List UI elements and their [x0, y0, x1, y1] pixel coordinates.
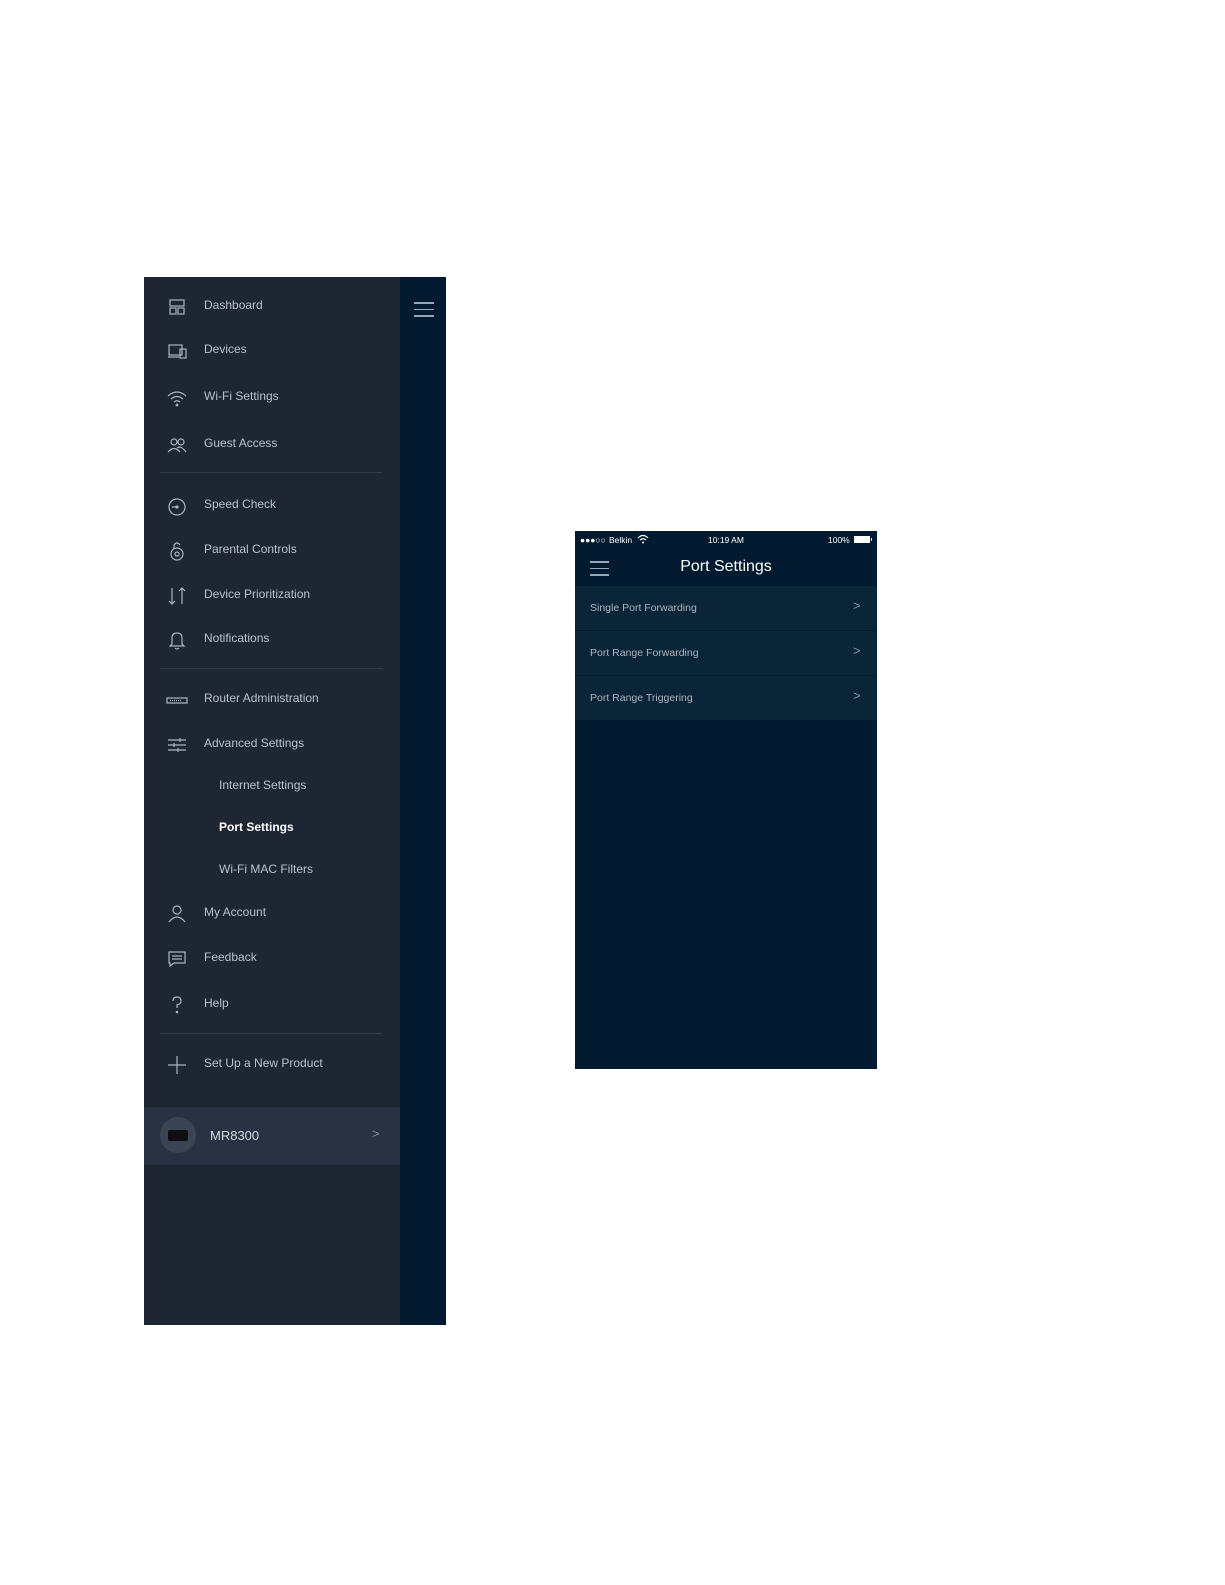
plus-icon [164, 1052, 190, 1078]
nav-item-wifi-settings[interactable]: Wi-Fi Settings [144, 379, 400, 417]
drawer-screen: Dashboard Devices Wi-Fi Settings Guest A… [144, 277, 446, 1325]
status-time: 10:19 AM [708, 535, 744, 545]
question-mark-icon [164, 992, 190, 1018]
wifi-icon [164, 385, 190, 411]
nav-subitem-port-settings[interactable]: Port Settings [144, 810, 400, 848]
sliders-icon [164, 732, 190, 758]
nav-item-label: Speed Check [204, 497, 277, 511]
page-title: Port Settings [680, 558, 772, 575]
wifi-status-icon [637, 534, 649, 544]
carrier-name: Belkin [609, 535, 633, 545]
signal-strength-indicator: ●●●○○ [580, 535, 606, 545]
nav-subitem-internet-settings[interactable]: Internet Settings [144, 768, 400, 806]
nav-item-label: Wi-Fi Settings [204, 389, 279, 403]
nav-item-label: Guest Access [204, 436, 278, 450]
divider [160, 668, 382, 669]
nav-item-router-administration[interactable]: Router Administration [144, 681, 400, 719]
nav-item-speed-check[interactable]: Speed Check [144, 487, 400, 525]
list-item-port-range-forwarding[interactable]: Port Range Forwarding > [575, 631, 877, 676]
nav-item-help[interactable]: Help [144, 986, 400, 1024]
nav-item-label: Devices [204, 342, 247, 356]
nav-item-guest-access[interactable]: Guest Access [144, 426, 400, 464]
nav-item-notifications[interactable]: Notifications [144, 621, 400, 659]
chat-bubble-icon [164, 946, 190, 972]
nav-item-set-up-new-product[interactable]: Set Up a New Product [144, 1046, 400, 1084]
product-name: MR8300 [210, 1128, 260, 1143]
nav-item-label: Internet Settings [219, 778, 307, 792]
product-row-mr8300[interactable]: MR8300 > [144, 1107, 400, 1165]
list-item-port-range-triggering[interactable]: Port Range Triggering > [575, 676, 877, 721]
router-thumbnail [160, 1117, 196, 1153]
nav-item-label: My Account [204, 905, 267, 919]
nav-item-label: Parental Controls [204, 542, 297, 556]
chevron-right-icon: > [853, 688, 861, 703]
list-item-label: Port Range Forwarding [590, 647, 699, 659]
chevron-right-icon: > [853, 643, 861, 658]
nav-item-label: Port Settings [219, 820, 294, 834]
nav-item-label: Feedback [204, 950, 257, 964]
nav-subitem-wifi-mac-filters[interactable]: Wi-Fi MAC Filters [144, 852, 400, 890]
chevron-right-icon: > [853, 598, 861, 613]
nav-item-label: Dashboard [204, 298, 263, 312]
list-item-label: Port Range Triggering [590, 692, 693, 704]
battery-icon [854, 536, 872, 543]
nav-item-label: Notifications [204, 631, 270, 645]
nav-item-dashboard[interactable]: Dashboard [144, 288, 400, 326]
nav-item-label: Set Up a New Product [204, 1056, 323, 1070]
nav-item-my-account[interactable]: My Account [144, 895, 400, 933]
devices-icon [164, 338, 190, 364]
nav-item-label: Help [204, 996, 229, 1010]
nav-item-label: Device Prioritization [204, 587, 311, 601]
nav-item-parental-controls[interactable]: Parental Controls [144, 532, 400, 570]
nav-item-label: Wi-Fi MAC Filters [219, 862, 313, 876]
nav-item-label: Advanced Settings [204, 736, 305, 750]
list-item-label: Single Port Forwarding [590, 602, 697, 614]
list-item-single-port-forwarding[interactable]: Single Port Forwarding > [575, 586, 877, 631]
hamburger-menu-icon[interactable] [414, 302, 434, 318]
person-icon [164, 901, 190, 927]
status-bar: ●●●○○ Belkin 10:19 AM 100% [575, 531, 877, 549]
dashboard-icon [164, 294, 190, 320]
up-down-arrows-icon [164, 583, 190, 609]
nav-item-advanced-settings[interactable]: Advanced Settings [144, 726, 400, 764]
router-icon [164, 687, 190, 713]
nav-item-feedback[interactable]: Feedback [144, 940, 400, 978]
nav-item-devices[interactable]: Devices [144, 332, 400, 370]
padlock-icon [164, 538, 190, 564]
divider [160, 472, 382, 473]
battery-percentage: 100% [828, 535, 850, 545]
navigation-drawer: Dashboard Devices Wi-Fi Settings Guest A… [144, 277, 400, 1325]
nav-item-label: Router Administration [204, 691, 319, 705]
bell-icon [164, 627, 190, 653]
nav-item-device-prioritization[interactable]: Device Prioritization [144, 577, 400, 615]
chevron-right-icon: > [372, 1126, 380, 1141]
divider [160, 1033, 382, 1034]
guest-access-icon [164, 432, 190, 458]
port-settings-screen: ●●●○○ Belkin 10:19 AM 100% Port Settings… [575, 531, 877, 1069]
speedometer-icon [164, 493, 190, 519]
